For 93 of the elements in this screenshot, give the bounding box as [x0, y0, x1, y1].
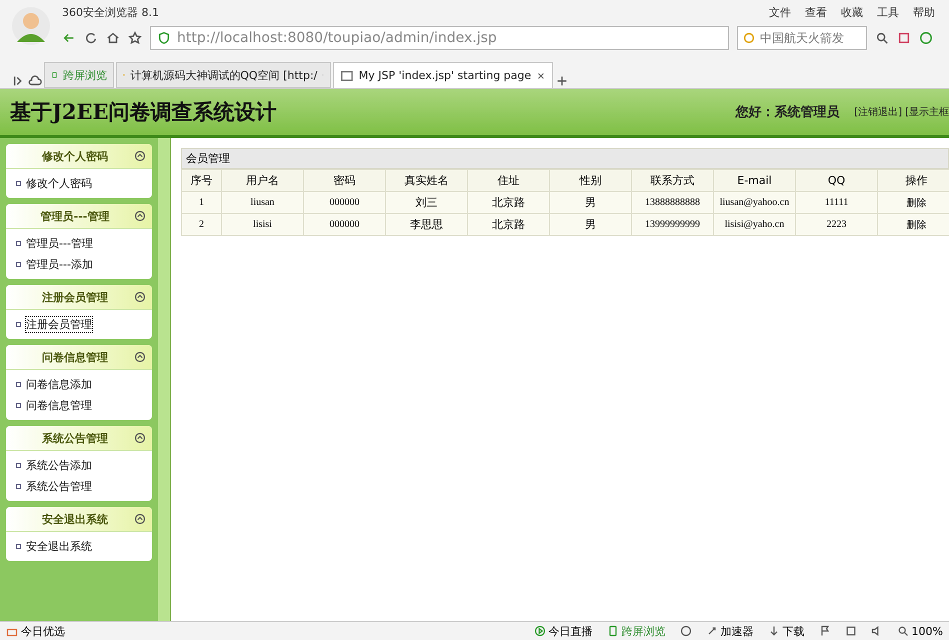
group-header[interactable]: 问卷信息管理 — [6, 345, 152, 370]
flag-icon[interactable] — [818, 625, 831, 637]
window-icon[interactable] — [844, 625, 857, 637]
table-cell: liusan — [222, 192, 304, 214]
bullet-icon — [16, 484, 21, 489]
menu-item[interactable]: 文件 — [769, 4, 791, 20]
table-cell: lisisi — [222, 214, 304, 236]
bullet-icon — [16, 544, 21, 549]
status-item[interactable]: 今日直播 — [534, 624, 593, 638]
table-cell: 1 — [182, 192, 222, 214]
refresh-icon[interactable] — [84, 31, 98, 45]
table-caption: 会员管理 — [181, 148, 949, 169]
sidebar-link[interactable]: 系统公告管理 — [16, 476, 152, 497]
bullet-icon — [16, 403, 21, 408]
table-cell: 北京路 — [468, 192, 550, 214]
greeting: 您好：系统管理员 — [735, 104, 840, 121]
phone-icon[interactable] — [606, 625, 619, 637]
address-field[interactable]: http://localhost:8080/toupiao/admin/index.jsp — [150, 26, 729, 50]
search-icon[interactable] — [896, 625, 909, 637]
browser-tab[interactable]: 跨屏浏览 — [44, 62, 114, 88]
menu-item[interactable]: 查看 — [805, 4, 827, 20]
sidebar-link[interactable]: 系统公告添加 — [16, 455, 152, 476]
sidebar-link[interactable]: 管理员---添加 — [16, 254, 152, 275]
column-header: 联系方式 — [632, 170, 714, 192]
menu-item[interactable]: 帮助 — [913, 4, 935, 20]
plus-icon[interactable] — [555, 74, 569, 88]
table-cell: 000000 — [304, 192, 386, 214]
bullet-icon — [16, 241, 21, 246]
column-header: 操作 — [878, 170, 949, 192]
bullet-icon — [16, 181, 21, 186]
table-cell: 男 — [550, 192, 632, 214]
bullet-icon — [16, 382, 21, 387]
status-item[interactable]: 跨屏浏览 — [606, 624, 666, 638]
header-link[interactable]: [显示主框 — [905, 105, 949, 119]
sidebar-link[interactable]: 修改个人密码 — [16, 173, 152, 194]
collapse-icon[interactable] — [134, 210, 146, 222]
menu-item[interactable]: 收藏 — [841, 4, 863, 20]
table-cell: 男 — [550, 214, 632, 236]
zoom-level[interactable]: 100% — [896, 624, 943, 638]
bullet-icon — [16, 322, 21, 327]
column-header: 序号 — [182, 170, 222, 192]
table-cell: 11111 — [796, 192, 878, 214]
cloud-icon[interactable] — [28, 74, 42, 88]
column-header: 住址 — [468, 170, 550, 192]
table-cell: 13888888888 — [632, 192, 714, 214]
column-header: 真实姓名 — [386, 170, 468, 192]
sidebar-link[interactable]: 注册会员管理 — [16, 314, 152, 335]
sidebar-link[interactable]: 问卷信息管理 — [16, 395, 152, 416]
play-icon[interactable] — [534, 625, 546, 637]
table-cell: 李思思 — [386, 214, 468, 236]
group-header[interactable]: 系统公告管理 — [6, 426, 152, 451]
status-item[interactable]: 今日优选 — [6, 624, 65, 638]
table-cell: 2223 — [796, 214, 878, 236]
table-cell: 2 — [182, 214, 222, 236]
sidebar-link[interactable]: 管理员---管理 — [16, 233, 152, 254]
browser-tab[interactable]: My JSP 'index.jsp' starting page — [333, 62, 553, 88]
table-cell: 刘三 — [386, 192, 468, 214]
star-icon[interactable] — [128, 31, 142, 45]
column-header: 用户名 — [222, 170, 304, 192]
collapse-icon[interactable] — [134, 432, 146, 444]
collapse-icon[interactable] — [134, 351, 146, 363]
table-cell: lisisi@yaho.cn — [714, 214, 796, 236]
table-cell: liusan@yahoo.cn — [714, 192, 796, 214]
column-header: 性别 — [550, 170, 632, 192]
home-icon[interactable] — [106, 31, 120, 45]
header-link[interactable]: [注销退出] — [854, 105, 902, 119]
bullet-icon — [16, 463, 21, 468]
group-header[interactable]: 修改个人密码 — [6, 144, 152, 169]
bullet-icon — [16, 262, 21, 267]
table-cell: 000000 — [304, 214, 386, 236]
search-field[interactable]: 中国航天火箭发 — [737, 26, 867, 50]
sidebar-link[interactable]: 问卷信息添加 — [16, 374, 152, 395]
sidebar-link[interactable]: 安全退出系统 — [16, 536, 152, 557]
group-header[interactable]: 注册会员管理 — [6, 285, 152, 310]
download-icon[interactable] — [768, 625, 780, 637]
column-header: E-mail — [714, 170, 796, 192]
back-icon[interactable] — [62, 31, 76, 45]
column-header: 密码 — [304, 170, 386, 192]
status-item[interactable]: 下载 — [768, 624, 805, 638]
menu-item[interactable]: 工具 — [877, 4, 899, 20]
status-item[interactable]: 加速器 — [706, 624, 754, 638]
search-icon[interactable] — [875, 31, 889, 45]
system-title: 基于J2EE问卷调查系统设计 — [10, 98, 278, 126]
table-cell: 北京路 — [468, 214, 550, 236]
avatar-icon[interactable] — [11, 6, 51, 46]
group-header[interactable]: 管理员---管理 — [6, 204, 152, 229]
collapse-icon[interactable] — [134, 291, 146, 303]
browser-title: 360安全浏览器 8.1 — [62, 4, 160, 20]
collapse-icon[interactable] — [134, 150, 146, 162]
table-cell: 13999999999 — [632, 214, 714, 236]
group-header[interactable]: 安全退出系统 — [6, 507, 152, 532]
collapse-icon[interactable] — [134, 513, 146, 525]
column-header: QQ — [796, 170, 878, 192]
